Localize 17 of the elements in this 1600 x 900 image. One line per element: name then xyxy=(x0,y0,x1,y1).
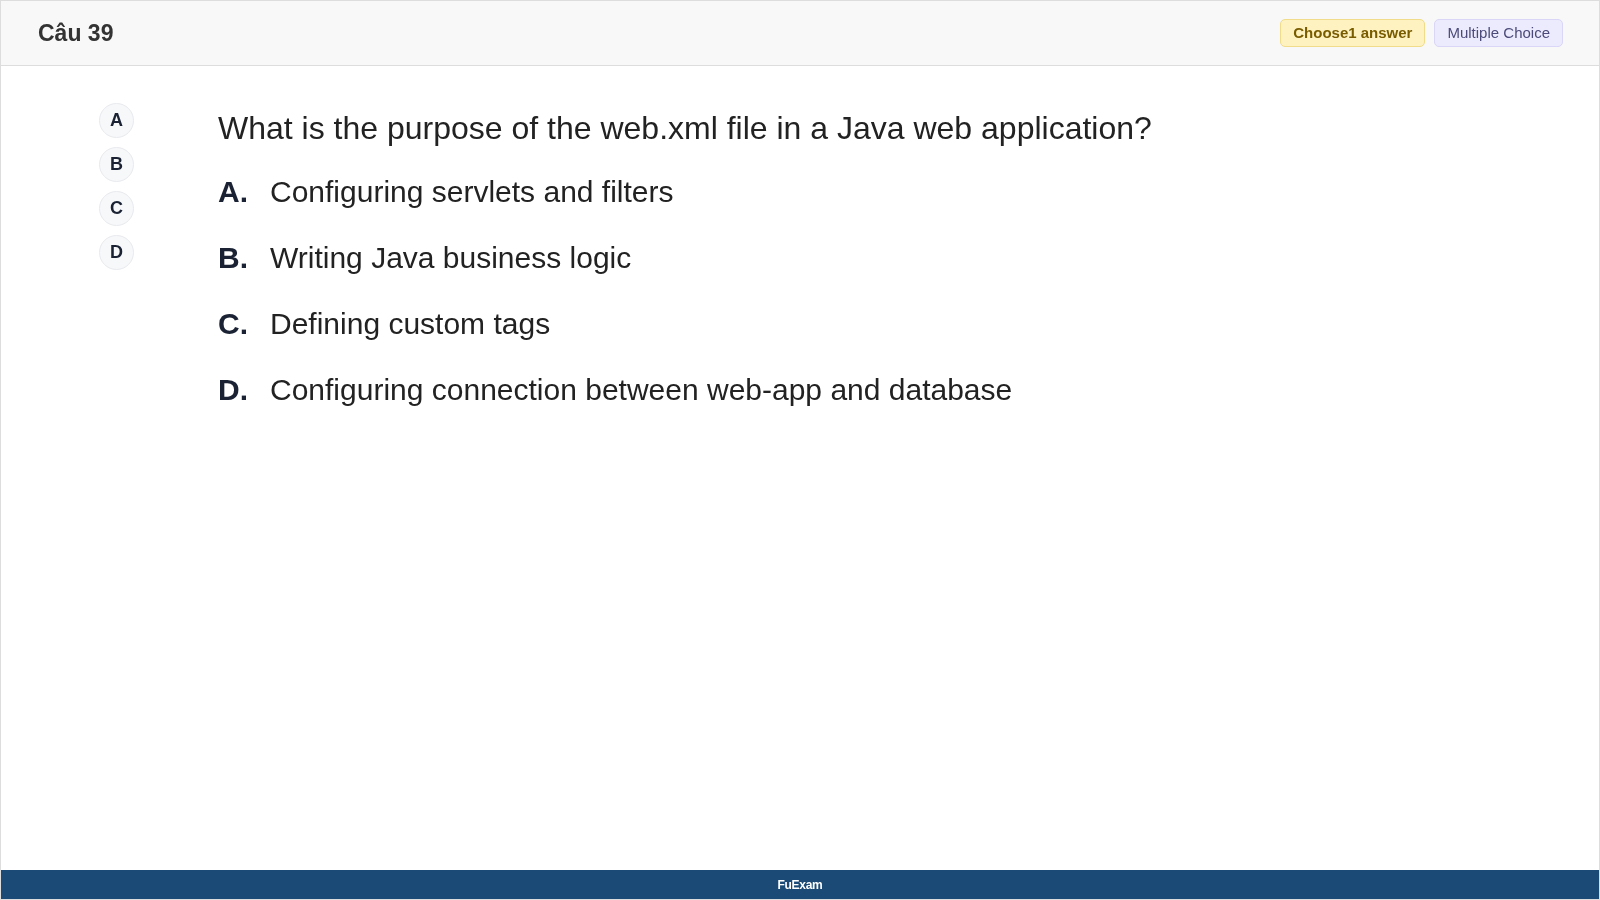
option-text: Configuring servlets and filters xyxy=(270,174,674,210)
option-letter: D. xyxy=(218,372,249,408)
footer-brand: FuExam xyxy=(777,876,823,894)
answer-count-badge: Choose1 answer xyxy=(1280,19,1426,47)
question-text: What is the purpose of the web.xml file in a Java web application? xyxy=(218,109,1152,148)
answer-choice-button[interactable]: C xyxy=(99,191,134,226)
option-text: Configuring connection between web-app and database xyxy=(270,372,1013,408)
option-text: Defining custom tags xyxy=(270,306,551,342)
option-text: Writing Java business logic xyxy=(270,240,632,276)
question-type-badge: Multiple Choice xyxy=(1434,19,1563,47)
question-number: Câu 39 xyxy=(38,18,114,48)
option-letter: C. xyxy=(218,306,249,342)
option-letter: B. xyxy=(218,240,249,276)
answer-choice-button[interactable]: D xyxy=(99,235,134,270)
answer-choice-button[interactable]: B xyxy=(99,147,134,182)
option-letter: A. xyxy=(218,174,249,210)
answer-choice-button[interactable]: A xyxy=(99,103,134,138)
